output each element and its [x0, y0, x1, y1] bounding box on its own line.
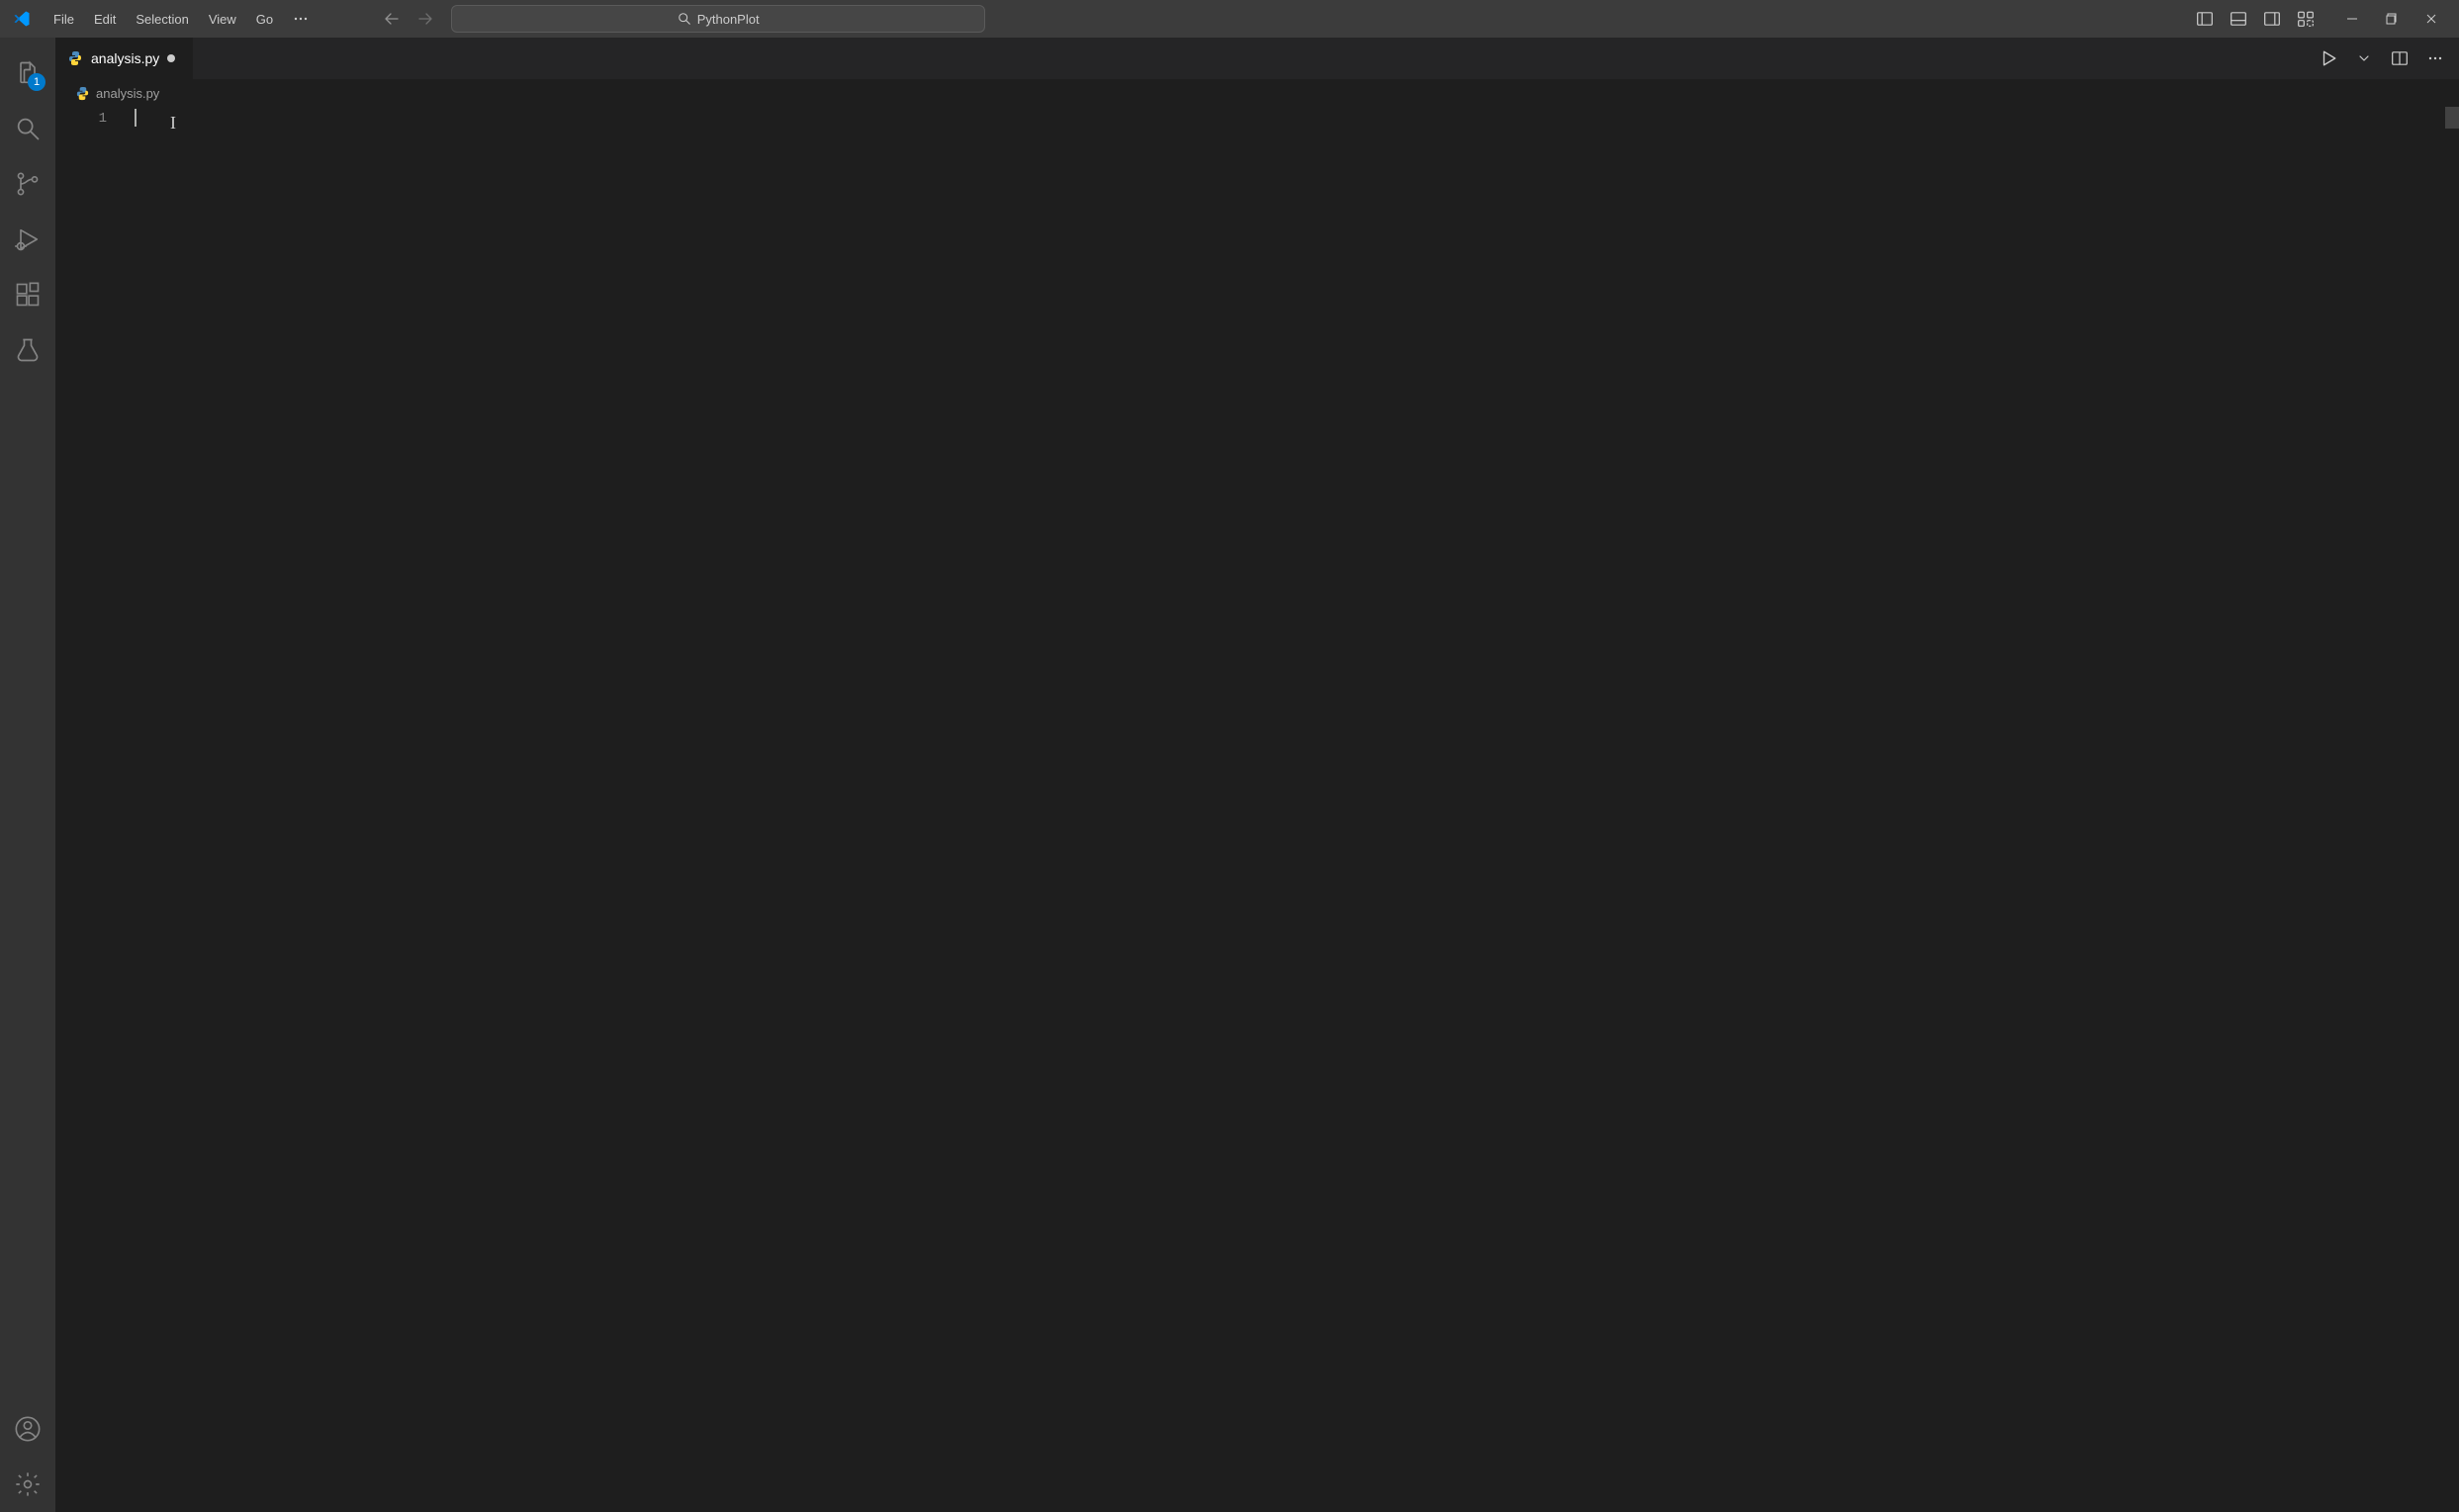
toggle-secondary-sidebar-icon[interactable] [2257, 4, 2287, 34]
mouse-ibeam-icon: I [170, 113, 176, 133]
editor-more-actions-icon[interactable] [2421, 44, 2449, 72]
scrollbar[interactable] [2443, 107, 2459, 1512]
activity-bar: 1 [0, 38, 55, 1512]
activity-explorer-icon[interactable]: 1 [0, 45, 55, 101]
python-file-icon [75, 86, 90, 101]
breadcrumb[interactable]: analysis.py [55, 79, 2459, 107]
window-minimize-icon[interactable] [2332, 4, 2372, 34]
search-icon [678, 12, 691, 26]
title-bar: File Edit Selection View Go PythonPlot [0, 0, 2459, 38]
run-file-icon[interactable] [2315, 44, 2342, 72]
line-number-gutter: 1 [55, 107, 135, 1512]
explorer-badge: 1 [28, 73, 46, 91]
python-file-icon [67, 50, 83, 66]
menu-selection[interactable]: Selection [126, 0, 198, 38]
activity-accounts-icon[interactable] [0, 1401, 55, 1457]
menu-bar: File Edit Selection View Go [44, 0, 319, 38]
tab-label: analysis.py [91, 50, 159, 66]
editor-area: analysis.py [55, 38, 2459, 1512]
activity-run-debug-icon[interactable] [0, 212, 55, 267]
activity-settings-icon[interactable] [0, 1457, 55, 1512]
search-text: PythonPlot [697, 12, 760, 27]
window-close-icon[interactable] [2412, 4, 2451, 34]
command-center-search[interactable]: PythonPlot [451, 5, 985, 33]
code-editor[interactable]: I [135, 107, 2443, 1512]
nav-forward-icon[interactable] [411, 5, 439, 33]
customize-layout-icon[interactable] [2291, 4, 2321, 34]
nav-arrows [378, 5, 439, 33]
tab-analysis-py[interactable]: analysis.py [55, 38, 194, 79]
activity-extensions-icon[interactable] [0, 267, 55, 322]
nav-back-icon[interactable] [378, 5, 406, 33]
tab-bar: analysis.py [55, 38, 2459, 79]
activity-testing-icon[interactable] [0, 322, 55, 378]
window-controls [2332, 4, 2451, 34]
breadcrumb-file: analysis.py [96, 86, 159, 101]
menu-go[interactable]: Go [246, 0, 283, 38]
menu-edit[interactable]: Edit [84, 0, 126, 38]
scrollbar-thumb[interactable] [2445, 107, 2459, 129]
window-maximize-icon[interactable] [2372, 4, 2412, 34]
editor-actions [2305, 38, 2459, 79]
activity-source-control-icon[interactable] [0, 156, 55, 212]
vscode-logo-icon [8, 5, 36, 33]
split-editor-icon[interactable] [2386, 44, 2413, 72]
toggle-panel-icon[interactable] [2224, 4, 2253, 34]
tab-dirty-indicator-icon[interactable] [167, 54, 175, 62]
text-cursor [135, 109, 137, 127]
menu-more-icon[interactable] [283, 11, 319, 27]
menu-view[interactable]: View [199, 0, 246, 38]
title-layout-controls [2190, 4, 2321, 34]
editor-content: 1 I [55, 107, 2459, 1512]
menu-file[interactable]: File [44, 0, 84, 38]
activity-search-icon[interactable] [0, 101, 55, 156]
run-dropdown-icon[interactable] [2350, 44, 2378, 72]
line-number: 1 [55, 109, 107, 129]
toggle-primary-sidebar-icon[interactable] [2190, 4, 2220, 34]
